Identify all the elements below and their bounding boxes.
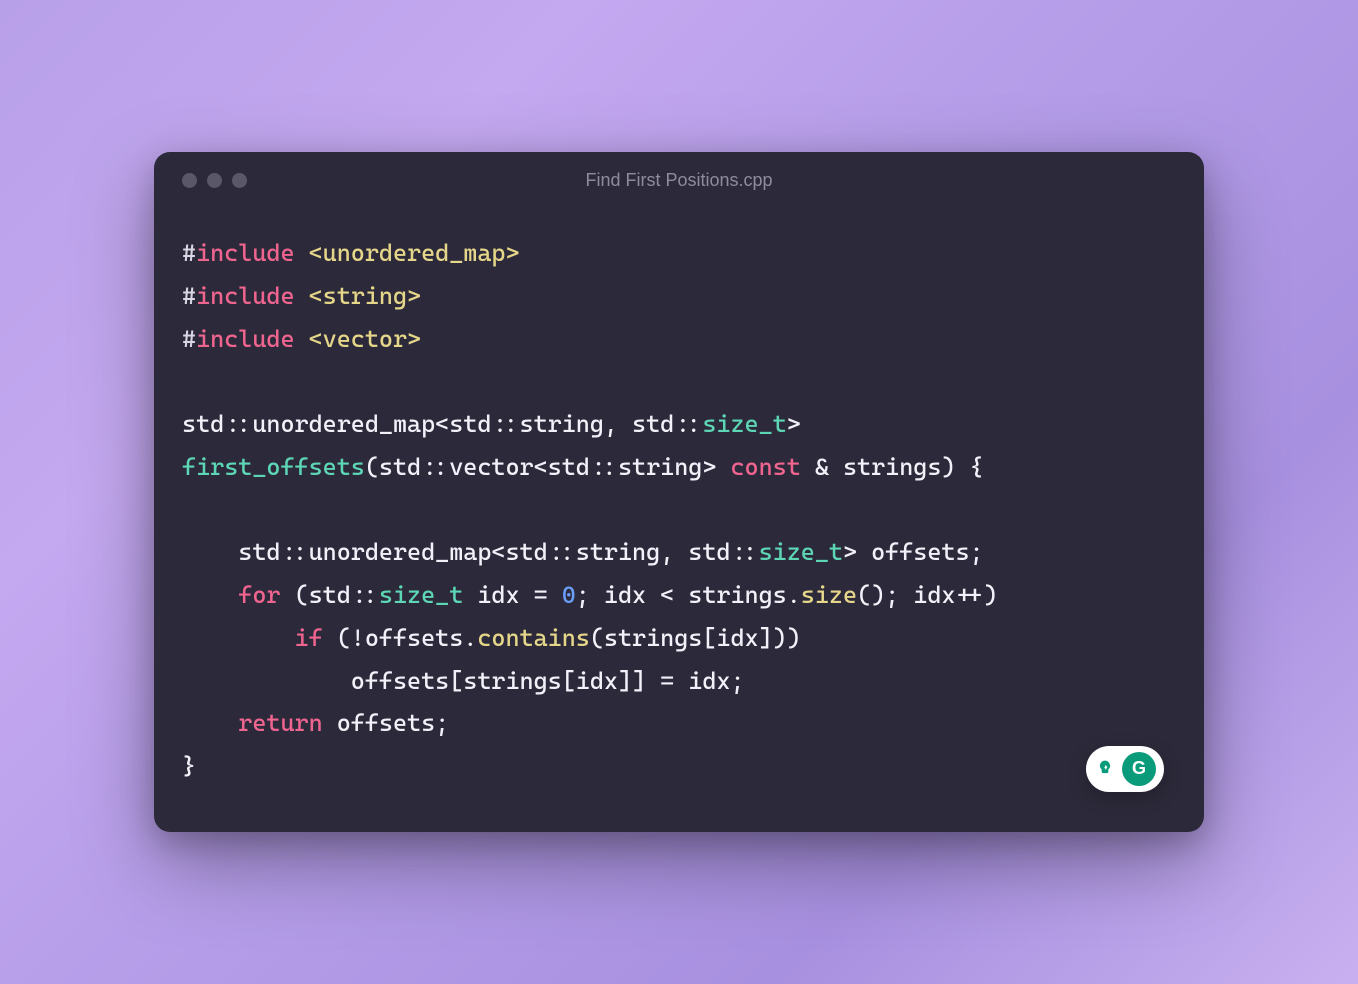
code-token: (std:: (280, 581, 378, 609)
code-token: size_t (759, 538, 843, 566)
code-token: std::unordered_map<std::string, std:: (182, 410, 702, 438)
code-token: # (182, 282, 196, 310)
close-button[interactable] (182, 173, 197, 188)
code-token: idx = (463, 581, 561, 609)
code-token: for (238, 581, 280, 609)
code-token: offsets[strings[idx]] = idx; (182, 667, 745, 695)
code-token: include (196, 325, 294, 353)
code-token: contains (477, 624, 590, 652)
code-token: include (196, 282, 294, 310)
code-token: return (238, 709, 322, 737)
code-token: size_t (379, 581, 463, 609)
code-token: size (801, 581, 857, 609)
grammarly-logo-icon: G (1122, 752, 1156, 786)
code-token (295, 239, 309, 267)
code-token: 0 (562, 581, 576, 609)
code-token: } (182, 752, 196, 780)
code-editor-window: Find First Positions.cpp #include <unord… (154, 152, 1204, 831)
code-token: size_t (702, 410, 786, 438)
code-token: (strings[idx])) (590, 624, 801, 652)
window-title: Find First Positions.cpp (154, 170, 1204, 191)
minimize-button[interactable] (207, 173, 222, 188)
code-token (182, 624, 295, 652)
code-token: if (295, 624, 323, 652)
lightbulb-icon (1094, 758, 1116, 780)
code-token: std::unordered_map<std::string, std:: (182, 538, 759, 566)
code-token: ; idx < strings. (576, 581, 801, 609)
code-token: offsets; (323, 709, 450, 737)
code-token: (!offsets. (323, 624, 478, 652)
grammarly-widget[interactable]: G (1086, 746, 1164, 792)
code-token: <unordered_map> (309, 239, 520, 267)
code-token: > (787, 410, 801, 438)
code-token: <string> (309, 282, 422, 310)
code-token: # (182, 325, 196, 353)
code-token: <vector> (309, 325, 422, 353)
code-content[interactable]: #include <unordered_map> #include <strin… (154, 208, 1204, 831)
code-token (182, 709, 238, 737)
code-token: include (196, 239, 294, 267)
grammarly-letter: G (1132, 758, 1146, 779)
window-titlebar: Find First Positions.cpp (154, 152, 1204, 208)
code-token: (); idx++) (857, 581, 998, 609)
code-token (295, 282, 309, 310)
code-token: # (182, 239, 196, 267)
code-token: first_offsets (182, 453, 365, 481)
code-token: > offsets; (843, 538, 984, 566)
code-token (182, 581, 238, 609)
code-token (295, 325, 309, 353)
code-token: const (730, 453, 800, 481)
code-token: (std::vector<std::string> (365, 453, 731, 481)
code-token: & strings) { (801, 453, 984, 481)
maximize-button[interactable] (232, 173, 247, 188)
traffic-lights (182, 173, 247, 188)
